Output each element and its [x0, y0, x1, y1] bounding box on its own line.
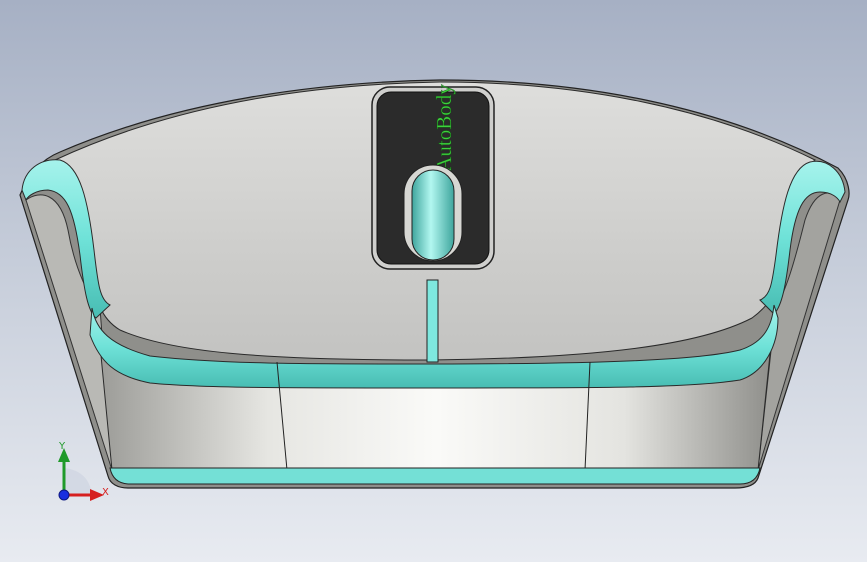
cad-viewport[interactable]: AutoBody Y X: [0, 0, 867, 562]
z-axis-origin-icon: [58, 489, 70, 501]
y-axis-label: Y: [59, 441, 66, 452]
logo-text: AutoBody: [432, 84, 456, 172]
triad-fill-icon: [64, 468, 92, 495]
mouse-model-view[interactable]: AutoBody: [0, 0, 867, 562]
x-axis-label: X: [102, 487, 109, 498]
base-strip: [109, 467, 761, 485]
center-stem: [426, 279, 439, 363]
axis-triad: Y X: [50, 438, 120, 508]
scroll-wheel: [411, 169, 455, 261]
